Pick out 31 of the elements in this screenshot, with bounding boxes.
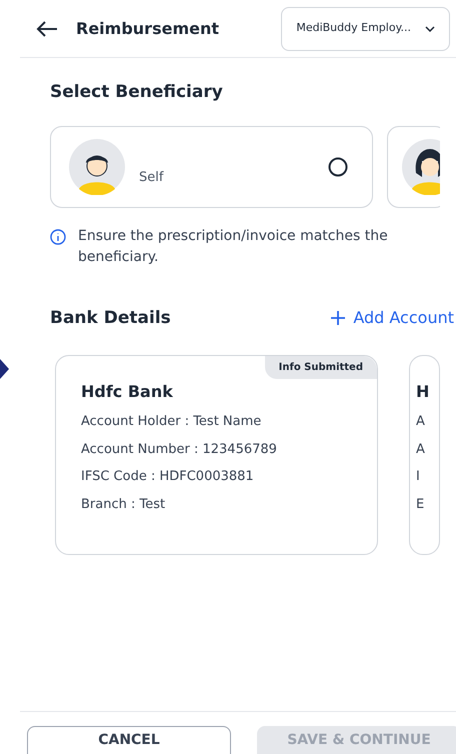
bank-name: Hdfc Bank <box>81 381 174 403</box>
notice-text: Ensure the prescription/invoice matches the beneficiary. <box>78 226 389 266</box>
section-title: Bank Details <box>50 306 171 330</box>
account-detail: A <box>416 440 426 458</box>
account-detail: I <box>416 468 421 486</box>
bank-card[interactable]: Info Submitted Hdfc Bank Account Holder : Test Name Account Number : 123456789 IFSC Code : HDFC0003881 Branch : Test <box>55 355 378 555</box>
beneficiary-card[interactable]: Self <box>50 126 373 208</box>
account-detail: E <box>416 496 426 514</box>
bank-name: H <box>416 381 430 403</box>
bank-card[interactable]: H A A I E <box>409 355 440 555</box>
page-title: Reimbursement <box>76 18 219 40</box>
pointer-icon <box>0 359 9 379</box>
beneficiary-card[interactable] <box>387 126 440 208</box>
account-detail: IFSC Code : HDFC0003881 <box>81 468 255 486</box>
account-detail: A <box>416 413 426 431</box>
section-title: Select Beneficiary <box>50 81 224 104</box>
account-detail: Branch : Test <box>81 496 166 514</box>
status-badge: Info Submitted <box>264 356 377 379</box>
radio-button[interactable] <box>328 156 348 176</box>
account-detail: Account Holder : Test Name <box>81 413 262 431</box>
add-account-link[interactable]: Add Account <box>331 306 454 330</box>
info-icon <box>50 228 66 244</box>
back-arrow-icon[interactable] <box>36 20 58 36</box>
plus-icon <box>331 311 346 326</box>
account-detail: Account Number : 123456789 <box>81 440 278 458</box>
chevron-down-icon <box>425 26 435 32</box>
avatar-icon <box>69 138 125 194</box>
employer-dropdown[interactable]: MediBuddy Employ... <box>281 6 450 50</box>
footer-button[interactable]: CANCEL <box>27 726 231 754</box>
avatar-icon <box>402 138 440 194</box>
beneficiary-label: Self <box>139 168 164 187</box>
